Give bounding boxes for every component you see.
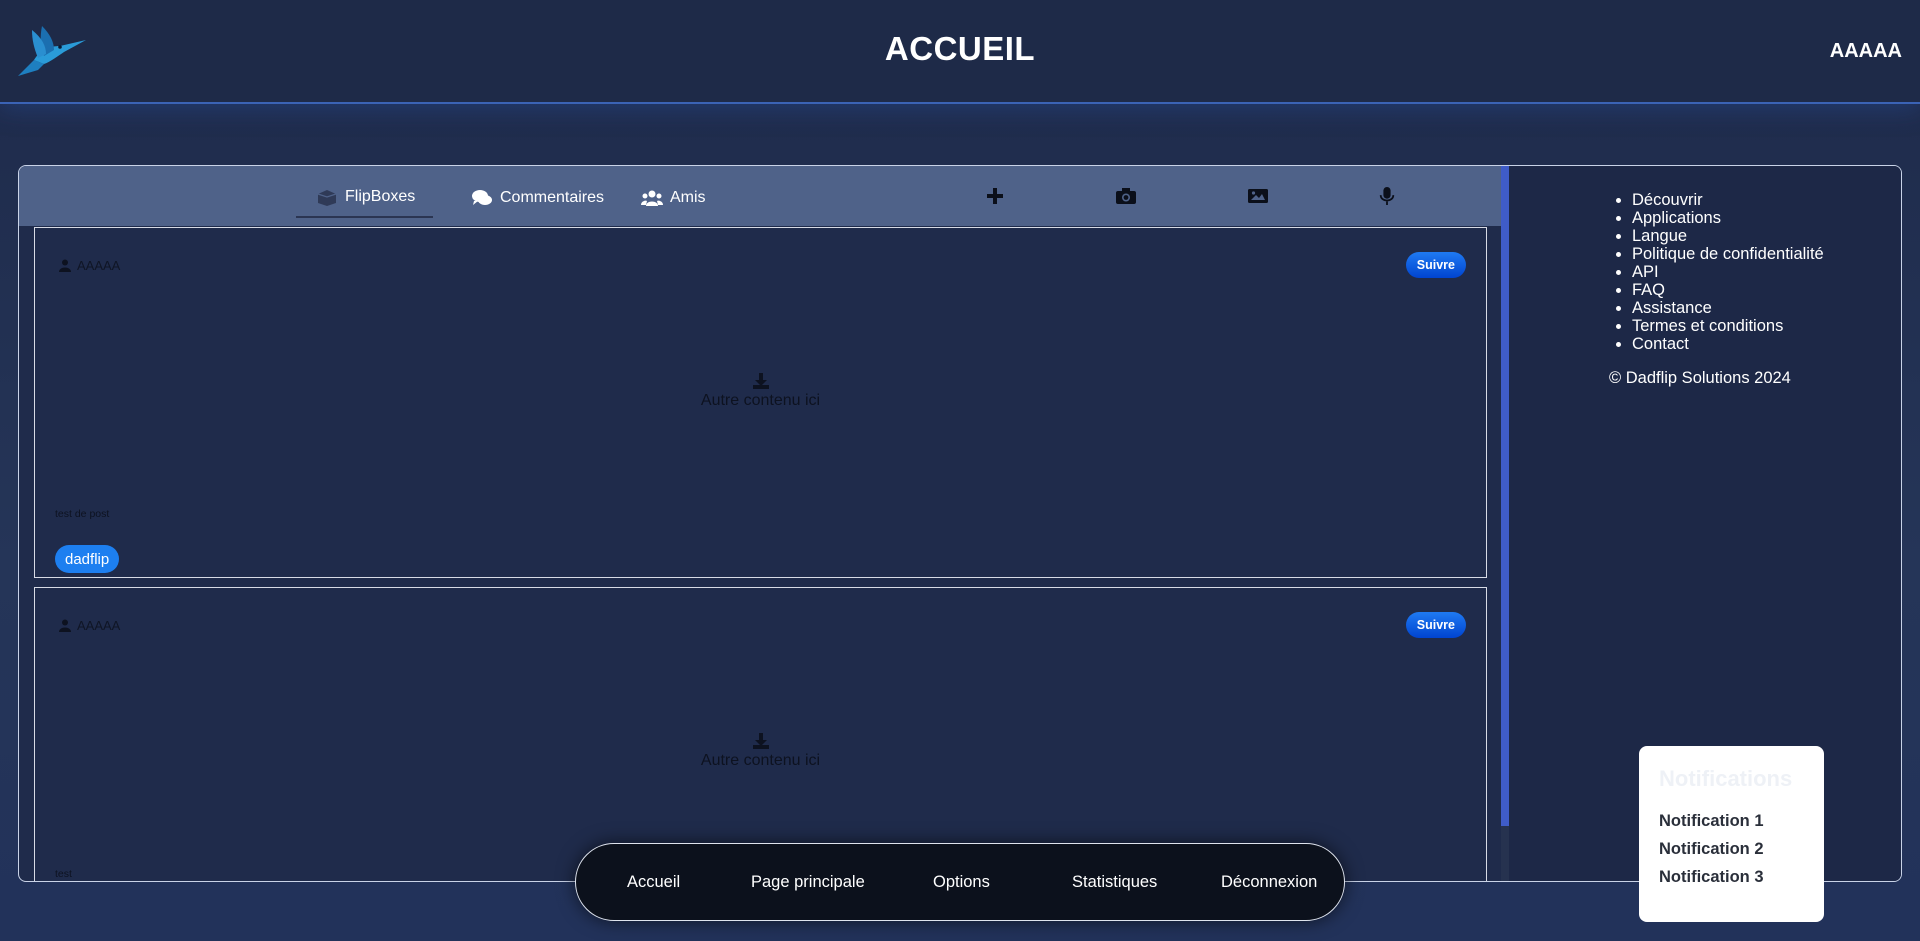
microphone-icon[interactable] bbox=[1373, 182, 1401, 210]
tab-flipboxes[interactable]: FlipBoxes bbox=[296, 178, 434, 218]
post-tag[interactable]: dadflip bbox=[55, 545, 120, 573]
download-icon[interactable] bbox=[752, 732, 770, 750]
tab-label: Amis bbox=[670, 189, 706, 206]
post-author-name: AAAAA bbox=[77, 258, 121, 273]
tab-label: FlipBoxes bbox=[345, 188, 416, 205]
tab-commentaires[interactable]: Commentaires bbox=[471, 178, 604, 218]
app-header: ACCUEIL AAAAA bbox=[0, 0, 1920, 104]
notification-item[interactable]: Notification 1 bbox=[1659, 812, 1764, 831]
footer-link-applications: Applications bbox=[1632, 209, 1824, 227]
footer-link[interactable]: Langue bbox=[1632, 227, 1687, 245]
notifications-panel: Notifications Notification 1 Notificatio… bbox=[1639, 746, 1824, 922]
tab-amis[interactable]: Amis bbox=[641, 178, 706, 218]
post-content: Autre contenu ici bbox=[35, 732, 1486, 770]
footer-link[interactable]: Découvrir bbox=[1632, 191, 1703, 209]
footer-link-langue: Langue bbox=[1632, 227, 1824, 245]
post-content-text: Autre contenu ici bbox=[700, 752, 821, 769]
follow-button[interactable]: Suivre bbox=[1405, 252, 1466, 278]
footer-link[interactable]: Applications bbox=[1632, 209, 1721, 227]
plus-icon[interactable] bbox=[981, 182, 1009, 210]
feed-scrollbar[interactable] bbox=[1501, 166, 1509, 881]
tab-bar: FlipBoxes Commentaires Amis bbox=[19, 166, 1502, 226]
comments-icon bbox=[471, 189, 493, 207]
post-author-name: AAAAA bbox=[77, 618, 121, 633]
feed-area: FlipBoxes Commentaires Amis AAAAA Suivre… bbox=[19, 166, 1509, 881]
notifications-title: Notifications bbox=[1659, 766, 1793, 791]
user-icon bbox=[59, 619, 71, 632]
user-icon bbox=[59, 259, 71, 272]
tab-label: Commentaires bbox=[500, 189, 605, 206]
footer-link[interactable]: Contact bbox=[1632, 335, 1689, 353]
scrollbar-thumb[interactable] bbox=[1501, 166, 1509, 826]
download-icon[interactable] bbox=[752, 372, 770, 390]
post-content: Autre contenu ici bbox=[35, 372, 1486, 410]
post-text: test de post bbox=[55, 508, 110, 520]
header-username[interactable]: AAAAA bbox=[1830, 40, 1902, 63]
notification-item[interactable]: Notification 2 bbox=[1659, 840, 1764, 859]
post-card: AAAAA Suivre Autre contenu ici test de p… bbox=[34, 227, 1487, 578]
follow-button[interactable]: Suivre bbox=[1405, 612, 1466, 638]
footer-link-faq: FAQ bbox=[1632, 281, 1824, 299]
post-author[interactable]: AAAAA bbox=[59, 258, 120, 273]
camera-icon[interactable] bbox=[1112, 182, 1140, 210]
box-icon bbox=[316, 188, 338, 206]
footer-link-terms: Termes et conditions bbox=[1632, 317, 1824, 335]
nav-accueil[interactable]: Accueil bbox=[627, 873, 680, 892]
nav-options[interactable]: Options bbox=[933, 873, 990, 892]
footer-link-contact: Contact bbox=[1632, 335, 1824, 353]
footer-link[interactable]: Termes et conditions bbox=[1632, 317, 1783, 335]
post-content-text: Autre contenu ici bbox=[700, 392, 821, 409]
posts-feed[interactable]: AAAAA Suivre Autre contenu ici test de p… bbox=[19, 226, 1502, 881]
users-icon bbox=[641, 189, 663, 207]
main-frame: FlipBoxes Commentaires Amis AAAAA Suivre… bbox=[18, 165, 1902, 882]
footer-link-privacy: Politique de confidentialité bbox=[1632, 245, 1824, 263]
image-icon[interactable] bbox=[1244, 182, 1272, 210]
footer-link-assistance: Assistance bbox=[1632, 299, 1824, 317]
page-title: ACCUEIL bbox=[884, 30, 1036, 67]
footer-link-api: API bbox=[1632, 263, 1824, 281]
notification-item[interactable]: Notification 3 bbox=[1659, 868, 1764, 887]
post-author[interactable]: AAAAA bbox=[59, 618, 120, 633]
nav-page-principale[interactable]: Page principale bbox=[751, 873, 865, 892]
footer-links: Découvrir Applications Langue Politique … bbox=[1632, 191, 1824, 353]
copyright: © Dadflip Solutions 2024 bbox=[1609, 369, 1791, 387]
bottom-nav: Accueil Page principale Options Statisti… bbox=[575, 843, 1345, 921]
nav-statistiques[interactable]: Statistiques bbox=[1072, 873, 1157, 892]
nav-deconnexion[interactable]: Déconnexion bbox=[1221, 873, 1317, 892]
footer-link-decouvrir: Découvrir bbox=[1632, 191, 1824, 209]
post-card: AAAAA Suivre Autre contenu ici test bbox=[34, 587, 1487, 881]
footer-link[interactable]: Assistance bbox=[1632, 299, 1712, 317]
post-text: test bbox=[55, 868, 72, 880]
footer-link[interactable]: API bbox=[1632, 263, 1659, 281]
footer-link[interactable]: Politique de confidentialité bbox=[1632, 245, 1824, 263]
footer-link[interactable]: FAQ bbox=[1632, 281, 1665, 299]
